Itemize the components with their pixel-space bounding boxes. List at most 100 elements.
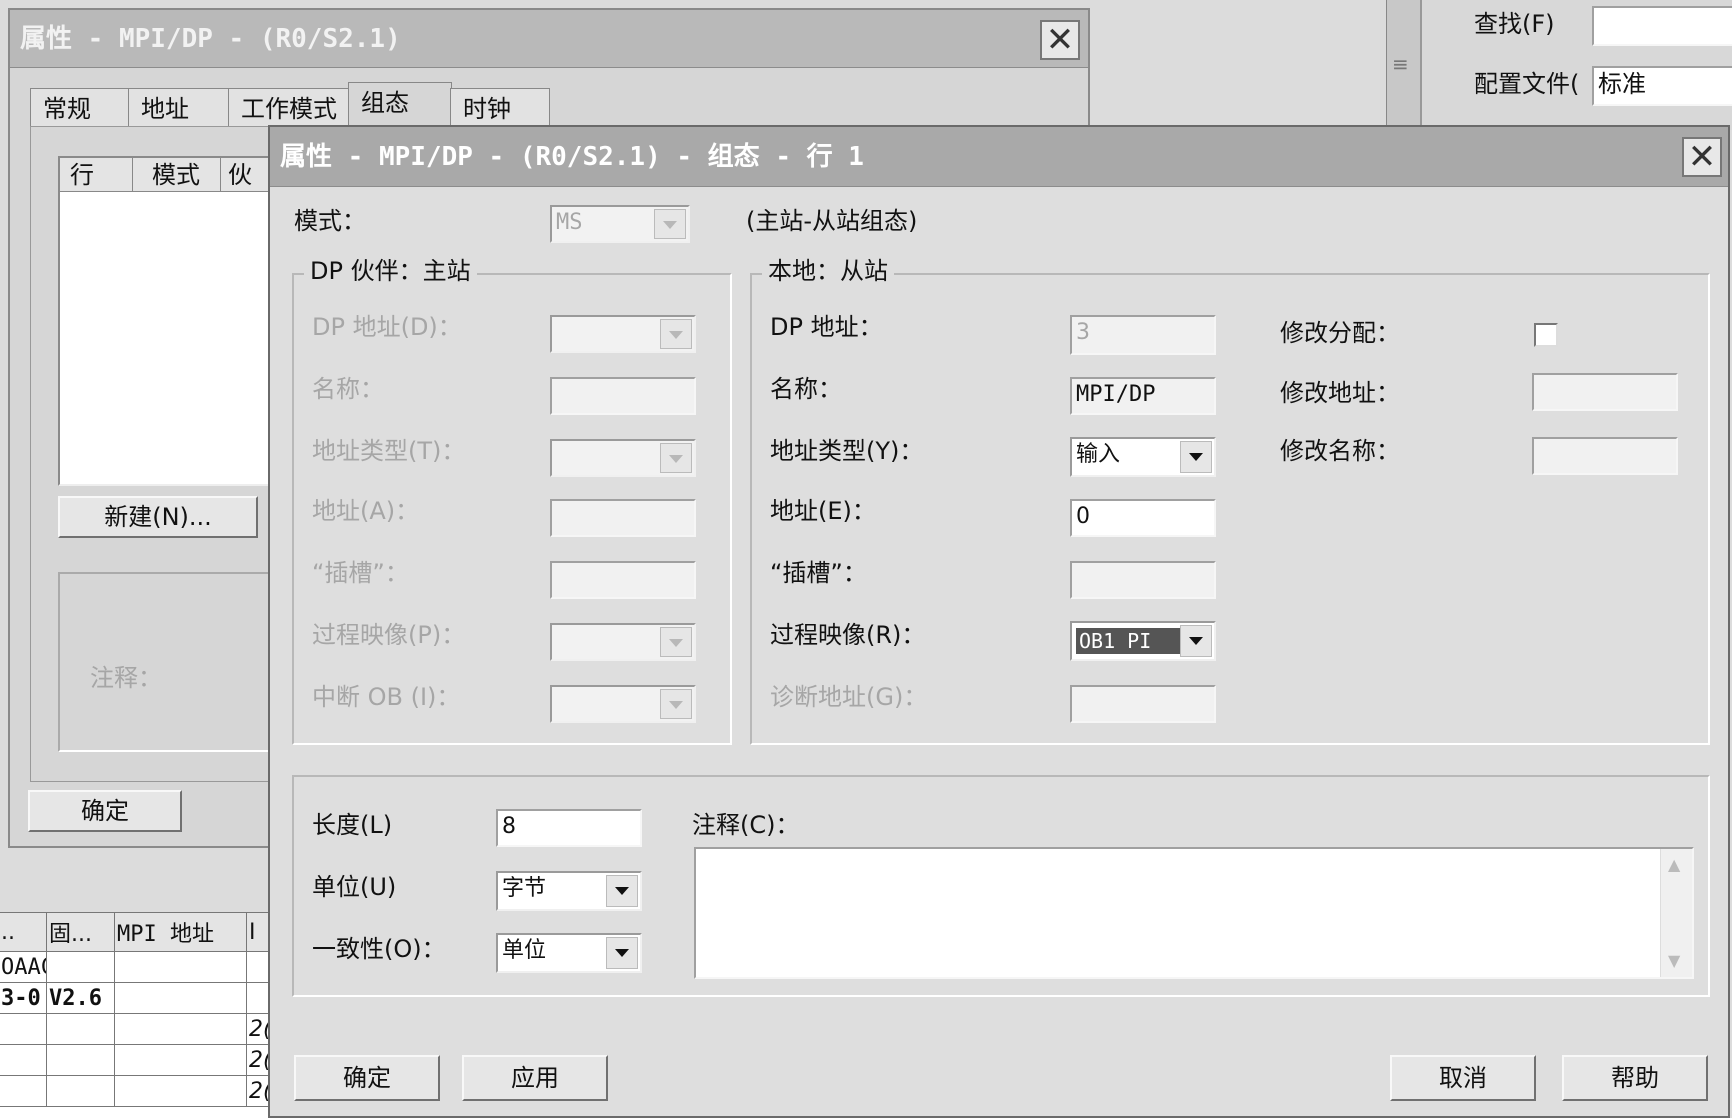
partner-address-label: 地址(A)：	[312, 497, 420, 525]
local-process-image-label: 过程映像(R)：	[770, 621, 926, 649]
local-address-input[interactable]: 0	[1070, 499, 1216, 537]
local-diag-address-field	[1070, 685, 1216, 723]
local-diag-address-label: 诊断地址(G)：	[770, 683, 928, 711]
length-label: 长度(L)	[312, 811, 393, 839]
config-list-header: 行 模式 伙	[60, 158, 280, 192]
consistency-label: 一致性(O)：	[312, 935, 446, 963]
background-window-title: 属性 - MPI/DP - (R0/S2.1)	[20, 24, 401, 54]
background-title-bar[interactable]: 属性 - MPI/DP - (R0/S2.1)	[10, 10, 1088, 68]
chevron-down-icon[interactable]	[606, 937, 638, 969]
apply-button[interactable]: 应用	[462, 1055, 608, 1101]
local-slot-field	[1070, 561, 1216, 599]
partner-slot-label: “插槽”：	[312, 559, 409, 587]
mode-select: MS	[550, 205, 690, 243]
modify-name-label: 修改名称：	[1280, 437, 1400, 465]
partner-address-type-label: 地址类型(T)：	[312, 437, 466, 465]
length-input[interactable]: 8	[496, 809, 642, 847]
chevron-down-icon[interactable]	[606, 875, 638, 907]
local-slot-label: “插槽”：	[770, 559, 867, 587]
chevron-down-icon	[660, 627, 692, 657]
partner-interrupt-ob-select	[550, 685, 696, 723]
table-row[interactable]: 3-0 V2.6	[0, 982, 268, 1014]
chevron-down-icon	[660, 443, 692, 473]
comment-label: 注释：	[90, 664, 162, 692]
local-dp-address-field: 3	[1070, 315, 1216, 355]
modify-assignment-checkbox[interactable]	[1534, 323, 1558, 347]
new-button[interactable]: 新建(N)...	[58, 496, 258, 538]
profile-value: 标准	[1598, 70, 1646, 98]
partner-process-image-label: 过程映像(P)：	[312, 621, 466, 649]
background-ok-button[interactable]: 确定	[28, 790, 182, 832]
col-firmware-header[interactable]: 固...	[46, 912, 115, 952]
dialog-title: 属性 - MPI/DP - (R0/S2.1) - 组态 - 行 1	[280, 142, 864, 172]
table-row[interactable]: 2(	[0, 1044, 268, 1076]
chevron-down-icon	[660, 319, 692, 349]
profile-select[interactable]: 标准	[1592, 66, 1732, 106]
comment-scrollbar[interactable]: ▲ ▼	[1660, 849, 1692, 977]
modify-assignment-label: 修改分配：	[1280, 319, 1400, 347]
local-process-image-value: OB1 PI	[1076, 628, 1180, 654]
table-row[interactable]: OAAC	[0, 951, 268, 983]
tab-general[interactable]: 常规	[30, 88, 130, 128]
unit-select[interactable]: 字节	[496, 871, 642, 911]
tab-operating-mode[interactable]: 工作模式	[228, 88, 358, 128]
local-address-label: 地址(E)：	[770, 497, 876, 525]
tab-clock[interactable]: 时钟	[450, 88, 550, 128]
partner-legend: DP 伙伴：主站	[304, 257, 477, 285]
help-button[interactable]: 帮助	[1562, 1055, 1708, 1101]
catalog-sidebar: 查找(F) 配置文件( 标准	[1420, 0, 1732, 130]
find-label: 查找(F)	[1474, 10, 1555, 38]
local-dp-address-label: DP 地址：	[770, 313, 883, 341]
partner-slot-field	[550, 561, 696, 599]
cancel-button[interactable]: 取消	[1390, 1055, 1536, 1101]
partner-dp-address-select	[550, 315, 696, 353]
local-address-type-select[interactable]: 输入	[1070, 437, 1216, 477]
chevron-down-icon[interactable]	[1180, 441, 1212, 473]
local-name-field: MPI/DP	[1070, 377, 1216, 415]
partner-address-field	[550, 499, 696, 537]
partner-interrupt-ob-label: 中断 OB (I)：	[312, 683, 461, 711]
partner-process-image-select	[550, 623, 696, 661]
hardware-table: .. 固... MPI 地址 I OAAC 3-0 V2.6 2( 2	[0, 912, 268, 1118]
configuration-dialog: 属性 - MPI/DP - (R0/S2.1) - 组态 - 行 1 ✕ 模式：…	[268, 125, 1730, 1118]
scroll-up-icon[interactable]: ▲	[1668, 851, 1680, 879]
col-order-header[interactable]: ..	[0, 912, 47, 952]
column-partner[interactable]: 伙	[228, 161, 252, 189]
table-row[interactable]: 2(	[0, 1013, 268, 1045]
mode-value: MS	[556, 210, 583, 235]
local-address-type-label: 地址类型(Y)：	[770, 437, 924, 465]
scroll-down-icon[interactable]: ▼	[1668, 947, 1680, 975]
modify-address-label: 修改地址：	[1280, 379, 1400, 407]
local-dp-address-value: 3	[1076, 320, 1090, 345]
chevron-down-icon[interactable]	[1180, 625, 1212, 657]
column-row[interactable]: 行	[70, 161, 94, 189]
unit-value: 字节	[502, 876, 547, 901]
dialog-close-icon[interactable]: ✕	[1682, 137, 1722, 177]
mode-label: 模式：	[294, 207, 366, 235]
partner-name-label: 名称：	[312, 375, 384, 403]
table-row[interactable]: 2(	[0, 1075, 268, 1107]
tab-configuration[interactable]: 组态	[348, 82, 452, 128]
comment-textarea[interactable]: ▲ ▼	[694, 847, 1694, 979]
background-close-icon[interactable]: ✕	[1040, 20, 1080, 60]
local-address-value: 0	[1076, 504, 1090, 529]
column-mode[interactable]: 模式	[152, 161, 200, 189]
col-mpi-header[interactable]: MPI 地址	[114, 912, 247, 952]
config-list[interactable]: 行 模式 伙	[58, 156, 280, 486]
local-process-image-select[interactable]: OB1 PI	[1070, 621, 1216, 661]
partner-address-type-select	[550, 439, 696, 477]
ok-button[interactable]: 确定	[294, 1055, 440, 1101]
comment-label: 注释(C)：	[692, 811, 800, 839]
length-value: 8	[502, 814, 516, 839]
tab-address[interactable]: 地址	[128, 88, 230, 128]
col-i-header[interactable]: I	[246, 912, 268, 952]
chevron-down-icon	[654, 209, 686, 239]
unit-label: 单位(U)	[312, 873, 397, 901]
consistency-select[interactable]: 单位	[496, 933, 642, 973]
splitter[interactable]: ≡	[1386, 0, 1420, 125]
partner-dp-address-label: DP 地址(D)：	[312, 313, 462, 341]
local-address-type-value: 输入	[1076, 442, 1121, 467]
find-input[interactable]	[1592, 6, 1732, 46]
partner-name-field	[550, 377, 696, 415]
dialog-title-bar[interactable]: 属性 - MPI/DP - (R0/S2.1) - 组态 - 行 1	[270, 127, 1728, 187]
